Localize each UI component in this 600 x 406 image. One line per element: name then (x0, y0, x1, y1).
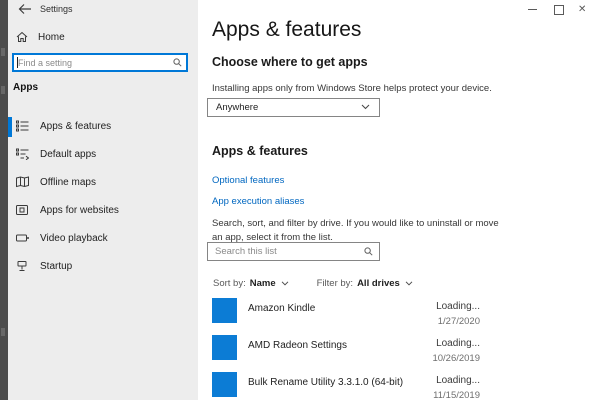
sidebar-item-default-apps[interactable]: Default apps (8, 143, 198, 167)
filter-by-dropdown[interactable]: Filter by: All drives (317, 278, 413, 289)
background-window-artifact (1, 48, 5, 56)
close-button[interactable]: ✕ (574, 0, 596, 20)
find-setting-searchbox[interactable] (12, 53, 188, 72)
sidebar-item-apps-features[interactable]: Apps & features (8, 115, 198, 139)
optional-features-link[interactable]: Optional features (212, 175, 284, 186)
page-title: Apps & features (212, 18, 361, 42)
dropdown-value: Anywhere (216, 102, 258, 113)
sort-by-value: Name (250, 278, 276, 289)
get-apps-description: Installing apps only from Windows Store … (212, 83, 492, 94)
sidebar-item-label: Offline maps (40, 177, 96, 188)
chevron-down-icon (361, 104, 370, 110)
sidebar-item-label: Home (38, 32, 65, 43)
app-install-date: 11/15/2019 (433, 390, 480, 401)
app-name: Bulk Rename Utility 3.3.1.0 (64-bit) (248, 377, 403, 388)
window-title: Settings (40, 4, 73, 14)
app-list-item[interactable]: Bulk Rename Utility 3.3.1.0 (64-bit) Loa… (198, 372, 600, 406)
app-size-status: Loading... (436, 375, 480, 386)
chevron-down-icon (281, 281, 289, 286)
sidebar-item-offline-maps[interactable]: Offline maps (8, 171, 198, 195)
app-tile-icon (212, 298, 237, 323)
get-apps-dropdown[interactable]: Anywhere (207, 98, 380, 117)
search-this-list-box[interactable] (207, 242, 380, 261)
window-controls: ✕ (510, 0, 600, 20)
filter-by-value: All drives (357, 278, 400, 289)
home-icon (16, 31, 28, 43)
sidebar-item-apps-for-websites[interactable]: Apps for websites (8, 199, 198, 223)
app-tile-icon (212, 372, 237, 397)
minimize-icon (528, 9, 537, 10)
video-playback-icon (16, 232, 30, 244)
app-install-date: 1/27/2020 (438, 316, 480, 327)
sidebar-item-label: Default apps (40, 149, 96, 160)
default-apps-icon (16, 148, 29, 160)
search-icon[interactable] (173, 58, 182, 67)
sidebar-item-label: Video playback (40, 233, 108, 244)
close-icon: ✕ (578, 3, 586, 17)
apps-list-description: Search, sort, and filter by drive. If yo… (212, 217, 506, 245)
app-size-status: Loading... (436, 338, 480, 349)
search-list-input[interactable] (215, 244, 350, 258)
app-name: AMD Radeon Settings (248, 340, 347, 351)
app-tile-icon (212, 335, 237, 360)
titlebar: Settings (8, 0, 198, 22)
filter-by-label: Filter by: (317, 278, 353, 289)
background-window-artifact (1, 328, 5, 336)
sidebar-item-home[interactable]: Home (8, 28, 198, 48)
offline-maps-icon (16, 176, 29, 188)
startup-icon (16, 260, 28, 272)
sidebar-item-label: Apps for websites (40, 205, 119, 216)
sidebar-item-startup[interactable]: Startup (8, 255, 198, 279)
app-install-date: 10/26/2019 (432, 353, 480, 364)
app-size-status: Loading... (436, 301, 480, 312)
settings-sidebar: Settings Home Apps Apps & features Defau… (8, 0, 198, 400)
sort-by-dropdown[interactable]: Sort by: Name (213, 278, 289, 289)
selected-accent-bar (8, 117, 12, 137)
search-icon[interactable] (364, 247, 373, 256)
minimize-button[interactable] (522, 0, 544, 20)
back-button[interactable] (18, 3, 34, 17)
app-list-item[interactable]: AMD Radeon Settings Loading... 10/26/201… (198, 335, 600, 369)
sidebar-section-label: Apps (13, 82, 38, 93)
chevron-down-icon (405, 281, 413, 286)
maximize-icon (554, 5, 564, 15)
get-apps-heading: Choose where to get apps (212, 55, 368, 69)
background-window-artifact (1, 86, 5, 94)
sidebar-item-label: Startup (40, 261, 72, 272)
sort-by-label: Sort by: (213, 278, 246, 289)
sidebar-item-video-playback[interactable]: Video playback (8, 227, 198, 251)
app-execution-aliases-link[interactable]: App execution aliases (212, 196, 304, 207)
apps-features-section-heading: Apps & features (212, 144, 308, 158)
sidebar-item-label: Apps & features (40, 121, 111, 132)
maximize-button[interactable] (548, 0, 570, 20)
app-list-item[interactable]: Amazon Kindle Loading... 1/27/2020 (198, 298, 600, 332)
background-window-edge (0, 0, 8, 400)
sort-filter-bar: Sort by: Name Filter by: All drives (213, 277, 413, 289)
app-name: Amazon Kindle (248, 303, 315, 314)
find-setting-input[interactable] (18, 55, 158, 70)
main-content: ✕ Apps & features Choose where to get ap… (198, 0, 600, 400)
apps-features-icon (16, 120, 29, 132)
apps-for-websites-icon (16, 204, 28, 216)
